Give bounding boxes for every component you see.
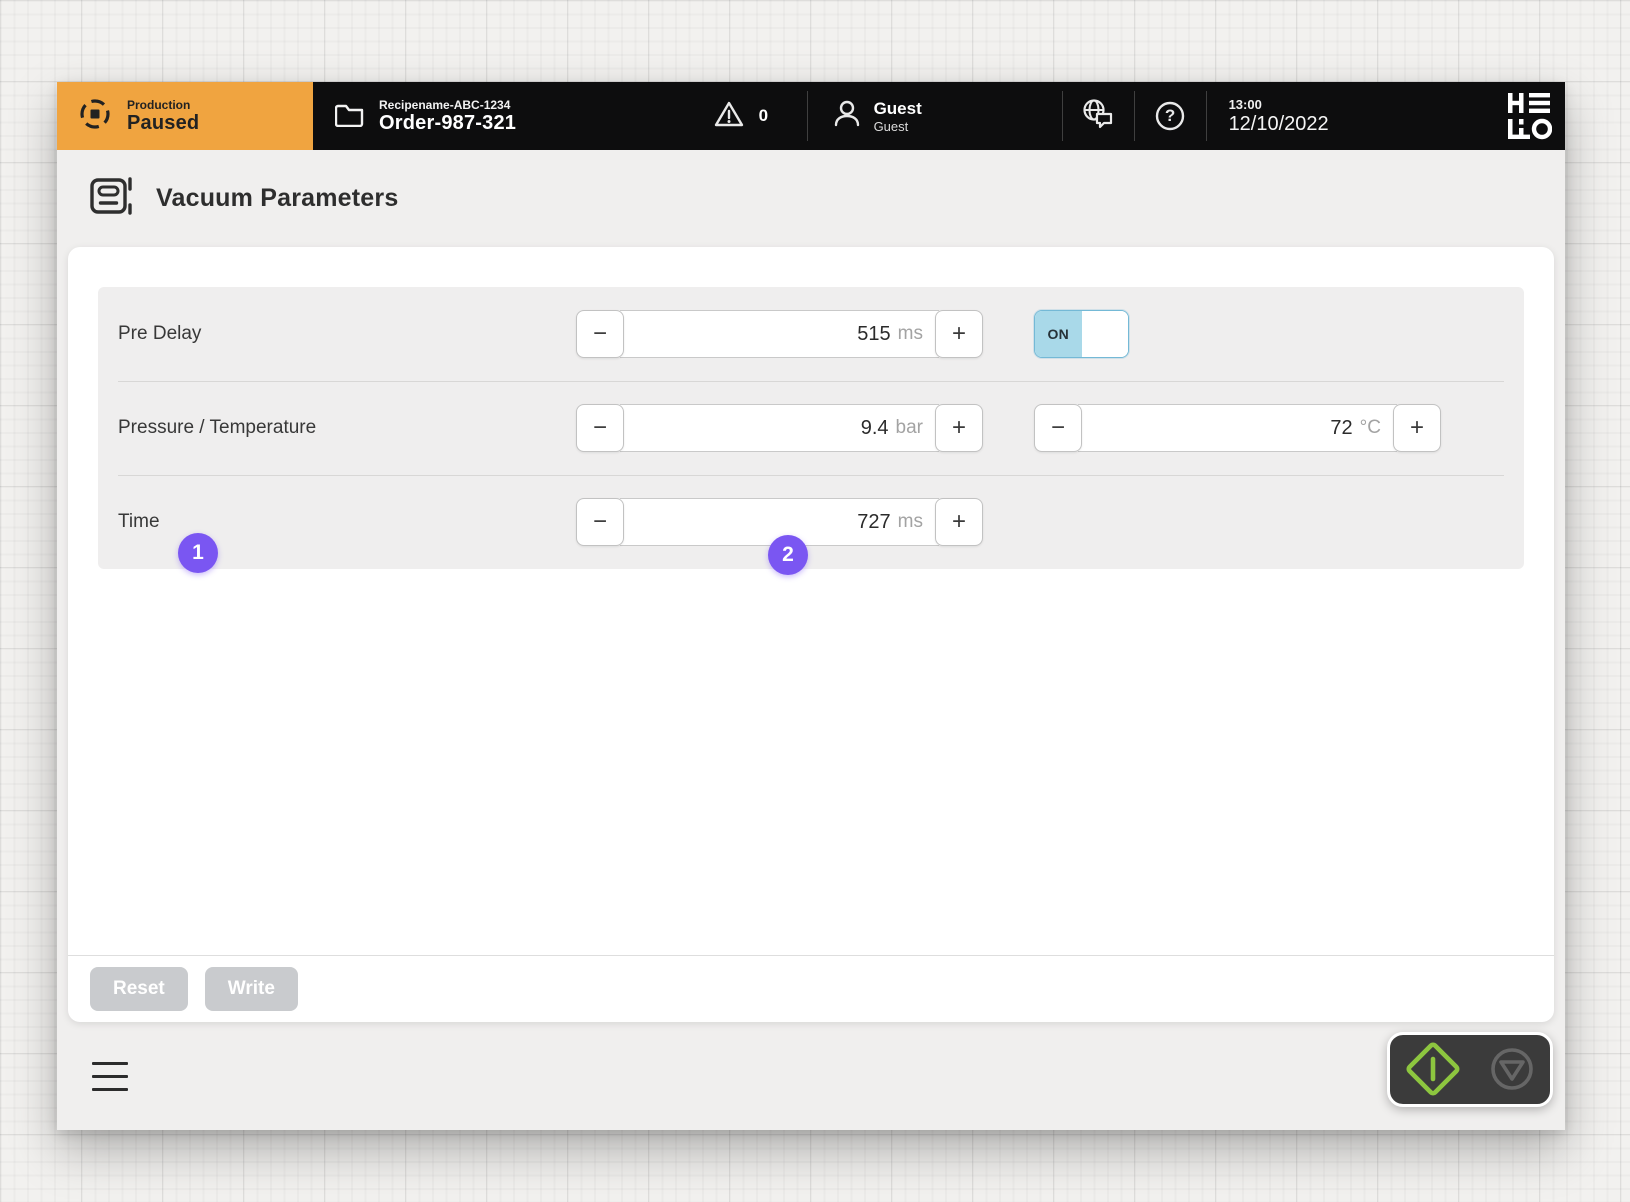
field-value: 515 [857, 323, 890, 346]
toggle-on-label: ON [1035, 311, 1082, 357]
app-window: Production Paused Recipename-ABC-1234 Or… [57, 82, 1565, 1130]
production-status-label: Production [127, 98, 199, 112]
recipe-name: Recipename-ABC-1234 [379, 98, 516, 112]
field-value: 727 [857, 511, 890, 534]
row-pre-delay: Pre Delay − 515 ms + ON [98, 287, 1524, 381]
stop-button[interactable] [1488, 1045, 1536, 1093]
pre-delay-input[interactable]: 515 ms [620, 310, 939, 358]
window-footer [57, 1022, 1565, 1130]
user-name: Guest [874, 99, 922, 119]
start-button[interactable] [1404, 1040, 1462, 1098]
clock: 13:00 12/10/2022 [1207, 82, 1362, 150]
parameters-panel: Pre Delay − 515 ms + ON [98, 287, 1524, 569]
user-role: Guest [874, 119, 922, 134]
row-label: Pre Delay [118, 323, 576, 345]
pre-delay-stepper: − 515 ms + [576, 310, 983, 358]
increment-button[interactable]: + [935, 404, 983, 452]
top-bar: Production Paused Recipename-ABC-1234 Or… [57, 82, 1565, 150]
user-icon [832, 98, 862, 135]
language-button[interactable] [1063, 82, 1134, 150]
field-value: 9.4 [861, 417, 889, 440]
helio-logo [1362, 82, 1565, 150]
parameters-card: Pre Delay − 515 ms + ON [68, 247, 1554, 1022]
clock-date: 12/10/2022 [1229, 113, 1329, 136]
write-button[interactable]: Write [205, 967, 298, 1011]
toggle-off-half [1082, 311, 1129, 357]
decrement-button[interactable]: − [576, 404, 624, 452]
row-pressure-temperature: Pressure / Temperature − 9.4 bar + − [98, 381, 1524, 475]
alarm-counter[interactable]: 0 [707, 82, 807, 150]
help-button[interactable]: ? [1135, 82, 1206, 150]
row-label: Pressure / Temperature [118, 417, 576, 439]
row-label: Time [118, 511, 576, 533]
temperature-input[interactable]: 72 °C [1078, 404, 1397, 452]
clock-time: 13:00 [1229, 97, 1262, 113]
paused-status-icon [77, 96, 113, 137]
production-status-value: Paused [127, 112, 199, 135]
folder-icon [335, 101, 365, 132]
increment-button[interactable]: + [935, 310, 983, 358]
run-controls [1387, 1032, 1553, 1107]
field-unit: ms [898, 511, 923, 533]
annotation-badge-1: 1 [178, 533, 218, 573]
temperature-stepper: − 72 °C + [1034, 404, 1441, 452]
alarm-count: 0 [759, 106, 768, 126]
warning-triangle-icon [713, 99, 745, 134]
recipe-order-info[interactable]: Recipename-ABC-1234 Order-987-321 [313, 82, 516, 150]
language-globe-icon [1080, 97, 1116, 136]
increment-button[interactable]: + [1393, 404, 1441, 452]
pressure-stepper: − 9.4 bar + [576, 404, 983, 452]
increment-button[interactable]: + [935, 498, 983, 546]
pre-delay-toggle[interactable]: ON [1034, 310, 1129, 358]
reset-button[interactable]: Reset [90, 967, 188, 1011]
card-footer: Reset Write [68, 955, 1554, 1022]
field-value: 72 [1330, 417, 1352, 440]
help-icon: ? [1154, 100, 1186, 132]
row-time: Time − 727 ms + [98, 475, 1524, 569]
user-menu[interactable]: Guest Guest [808, 82, 1062, 150]
field-unit: °C [1360, 417, 1381, 439]
decrement-button[interactable]: − [576, 498, 624, 546]
decrement-button[interactable]: − [576, 310, 624, 358]
decrement-button[interactable]: − [1034, 404, 1082, 452]
vacuum-module-icon [90, 175, 134, 222]
page-header: Vacuum Parameters [57, 150, 1565, 247]
field-unit: ms [898, 323, 923, 345]
pressure-input[interactable]: 9.4 bar [620, 404, 939, 452]
production-status[interactable]: Production Paused [57, 82, 313, 150]
order-number: Order-987-321 [379, 112, 516, 135]
field-unit: bar [896, 417, 923, 439]
hamburger-menu-icon[interactable] [92, 1062, 128, 1091]
page-title: Vacuum Parameters [156, 184, 398, 213]
annotation-badge-2: 2 [768, 535, 808, 575]
